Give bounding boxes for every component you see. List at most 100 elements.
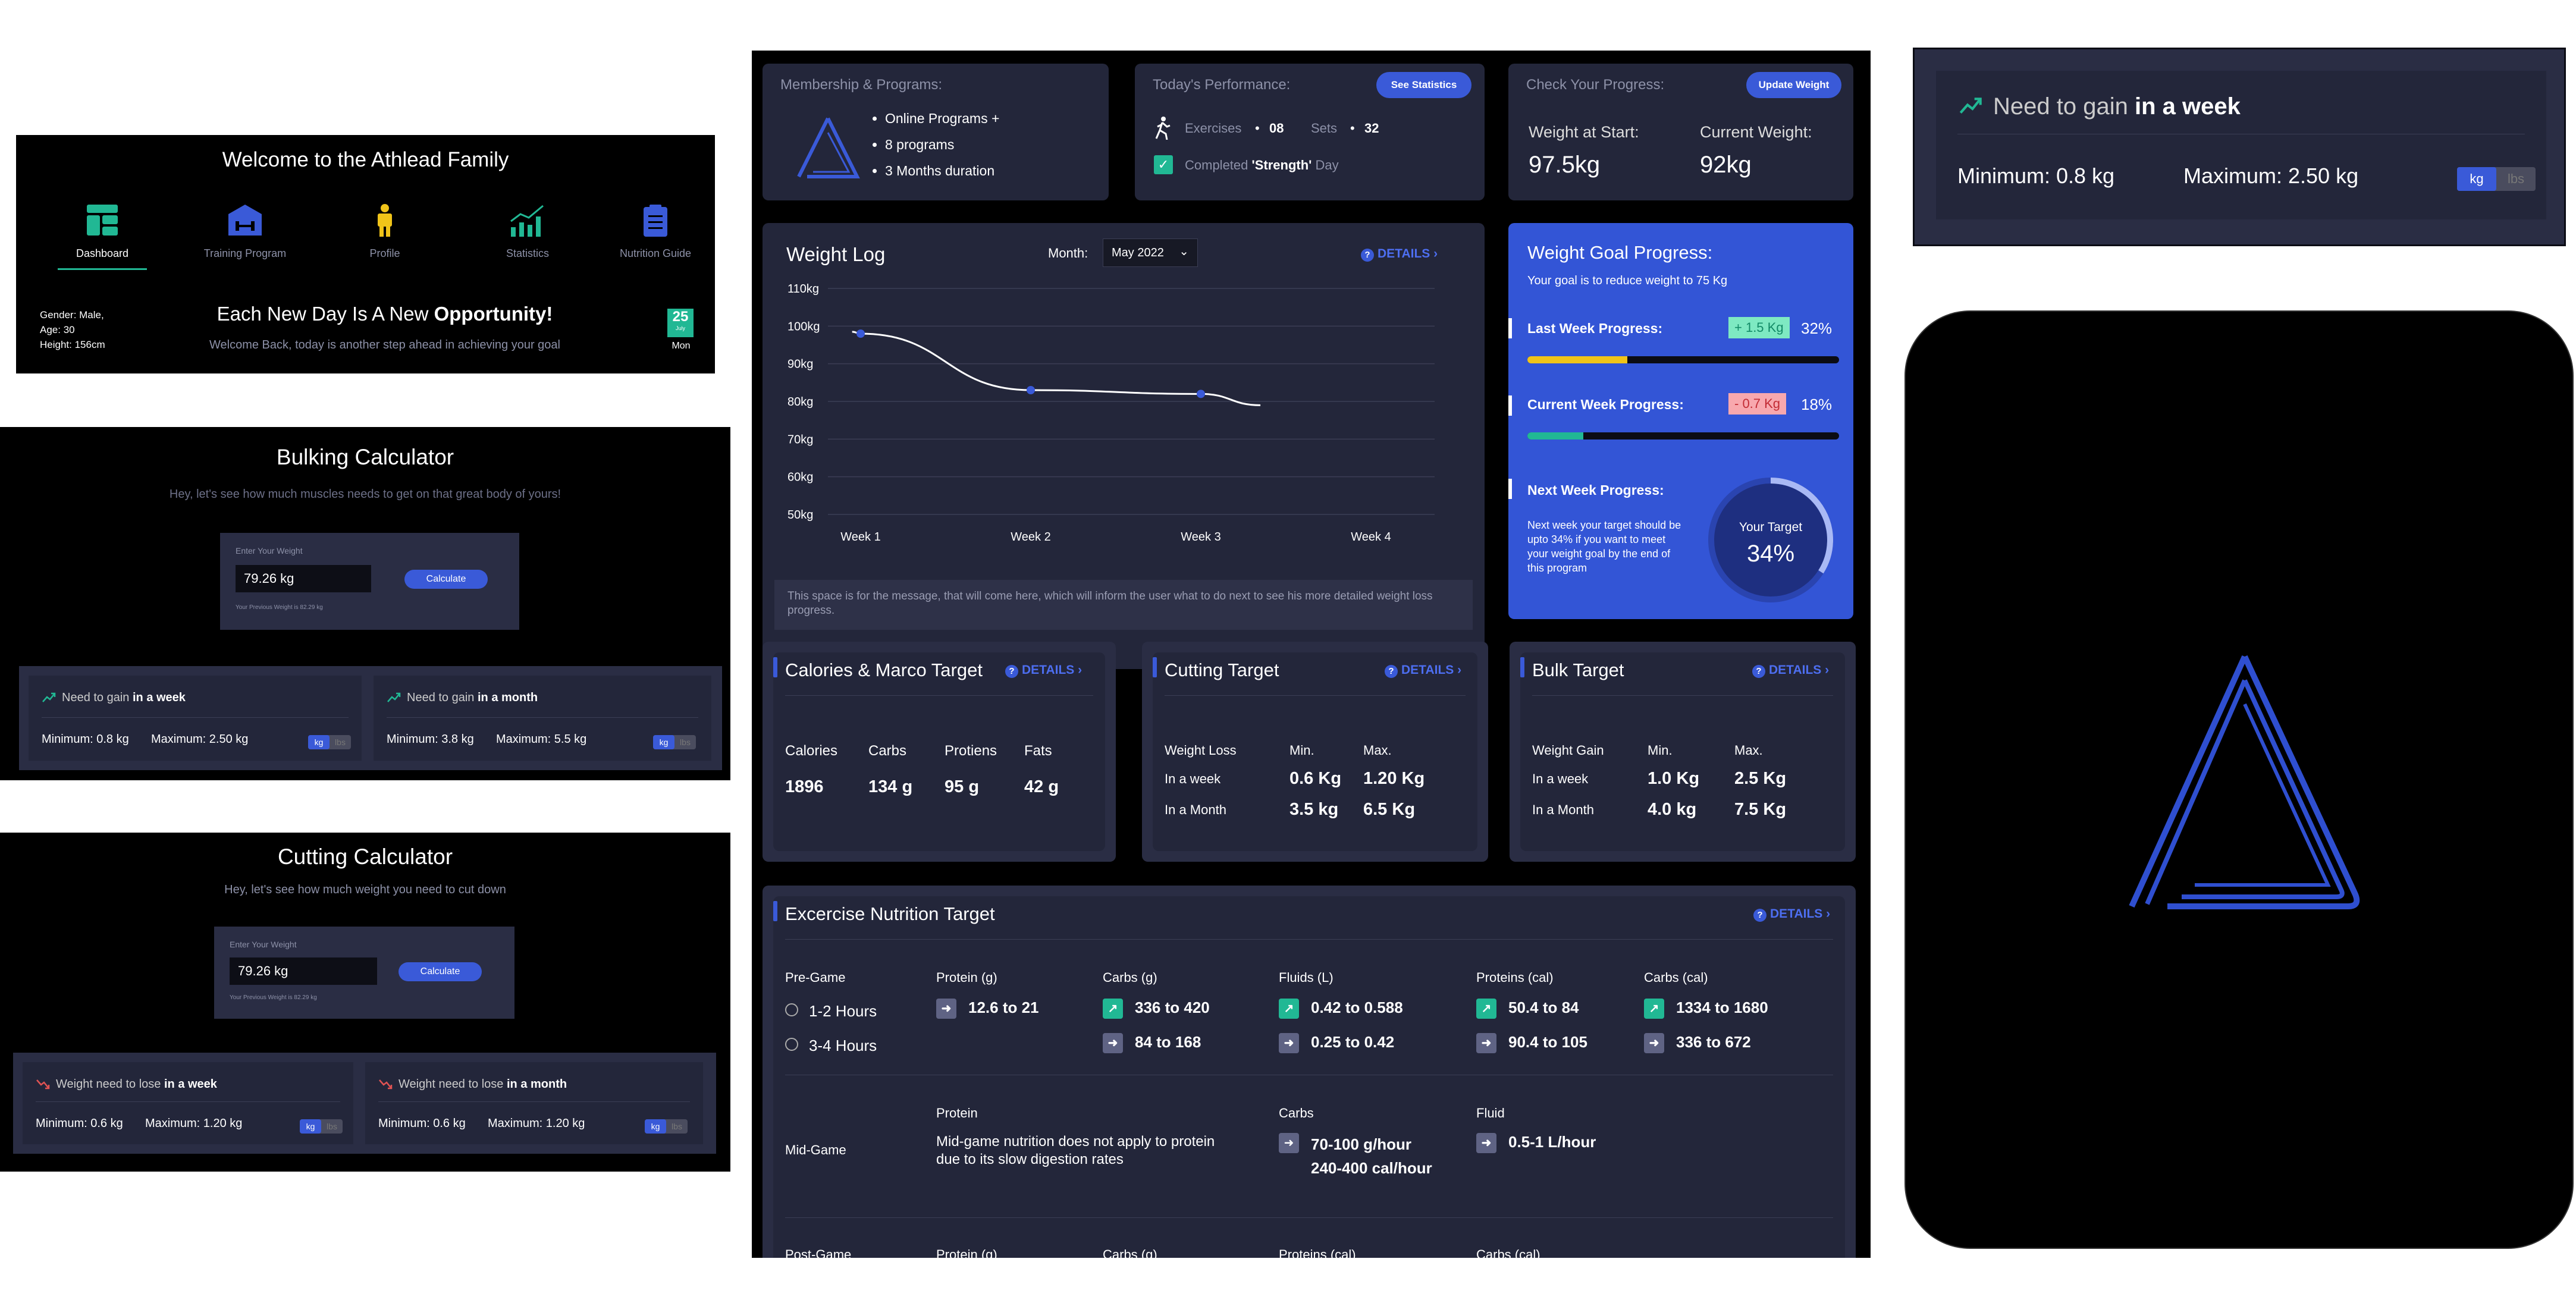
lbs-option[interactable]: lbs <box>330 735 351 749</box>
data-point[interactable] <box>856 329 865 338</box>
calculate-button[interactable]: Calculate <box>404 570 488 589</box>
kg-option[interactable]: kg <box>300 1119 321 1134</box>
unit-toggle[interactable]: kg lbs <box>645 1119 688 1134</box>
start-weight-label: Weight at Start: <box>1529 123 1639 141</box>
card-title-bold: in a week <box>2134 93 2241 120</box>
bulk-target-title: Bulk Target <box>1532 660 1624 680</box>
nav-training-program[interactable]: Training Program <box>186 203 305 260</box>
month-select[interactable]: May 2022 ⌄ <box>1103 238 1198 267</box>
kg-option[interactable]: kg <box>2457 167 2496 191</box>
nutrition-cell: ↗ 1334 to 1680 <box>1644 999 1768 1019</box>
data-point[interactable] <box>1197 390 1205 398</box>
pre-fluids-header: Fluids (L) <box>1279 970 1334 985</box>
nav-profile[interactable]: Profile <box>340 203 429 260</box>
minimum-text: Minimum: 0.6 kg <box>36 1117 123 1130</box>
cutting-subtitle: Hey, let's see how much weight you need … <box>224 883 506 896</box>
dumbbell-icon <box>228 205 262 236</box>
post-carbs-header: Carbs (g) <box>1103 1247 1157 1258</box>
maximum-text: Maximum: 1.20 kg <box>145 1117 243 1130</box>
see-statistics-button[interactable]: See Statistics <box>1376 72 1471 98</box>
result-card: Weight need to lose in a month Minimum: … <box>365 1062 703 1144</box>
row-label: In a Month <box>1165 802 1226 817</box>
fats-header: Fats <box>1024 743 1052 759</box>
kg-option[interactable]: kg <box>653 735 674 749</box>
post-game-label: Post-Game <box>785 1247 852 1258</box>
cell-value: 50.4 to 84 <box>1508 999 1579 1016</box>
weight-log-card: Weight Log Month: May 2022 ⌄ ? DETAILS › … <box>763 223 1485 669</box>
chevron-down-icon: ⌄ <box>1179 245 1189 258</box>
minimum-text: Minimum: 0.8 kg <box>42 733 129 746</box>
nav-nutrition-guide[interactable]: Nutrition Guide <box>605 203 706 260</box>
headline: Each New Day Is A New Opportunity! <box>135 303 635 325</box>
cell-value: 336 to 420 <box>1135 999 1210 1016</box>
nav-dashboard[interactable]: Dashboard <box>58 203 147 270</box>
unit-toggle[interactable]: kg lbs <box>308 735 351 749</box>
details-link[interactable]: ? DETAILS › <box>1005 663 1082 678</box>
unit-toggle[interactable]: kg lbs <box>653 735 696 749</box>
pre-proteins-cal-header: Proteins (cal) <box>1476 970 1554 985</box>
nutrition-cell: ➜ 0.25 to 0.42 <box>1279 1033 1394 1054</box>
bulking-title: Bulking Calculator <box>276 445 454 469</box>
sets-label: Sets <box>1311 121 1338 136</box>
unit-toggle[interactable]: kg lbs <box>300 1119 343 1134</box>
athlead-logo-icon <box>2129 655 2360 909</box>
weight-input[interactable]: 79.26 kg <box>230 957 377 985</box>
details-link[interactable]: ? DETAILS › <box>1385 663 1461 678</box>
arrow-right-icon: ➜ <box>1279 1133 1299 1153</box>
kg-option[interactable]: kg <box>308 735 330 749</box>
min-value: 0.6 Kg <box>1289 769 1342 788</box>
row-label: In a Month <box>1532 802 1594 817</box>
athlead-logo-icon <box>797 117 860 178</box>
minimum-text: Minimum: 0.6 kg <box>378 1117 466 1130</box>
checkbox-checked-icon[interactable]: ✓ <box>1154 155 1173 174</box>
help-icon: ? <box>1005 665 1018 678</box>
zoom-card: Need to gain in a week Minimum: 0.8 kg M… <box>1936 71 2546 219</box>
max-value: 6.5 Kg <box>1363 800 1416 819</box>
details-link[interactable]: ? DETAILS › <box>1753 907 1830 922</box>
maximum-text: Maximum: 5.5 kg <box>496 733 587 746</box>
details-link[interactable]: ? DETAILS › <box>1752 663 1829 678</box>
lbs-option[interactable]: lbs <box>674 735 696 749</box>
calculate-button[interactable]: Calculate <box>399 962 482 981</box>
kg-option[interactable]: kg <box>645 1119 666 1134</box>
lbs-option[interactable]: lbs <box>666 1119 688 1134</box>
current-week-badge: - 0.7 Kg <box>1728 393 1787 415</box>
lbs-option[interactable]: lbs <box>321 1119 343 1134</box>
weight-input[interactable]: 79.26 kg <box>236 565 371 592</box>
update-weight-button[interactable]: Update Weight <box>1746 72 1841 98</box>
details-text: DETAILS <box>1378 247 1430 260</box>
details-text: DETAILS <box>1769 663 1822 677</box>
y-tick-label: 90kg <box>787 358 813 371</box>
cutting-calculator-panel: Cutting Calculator Hey, let's see how mu… <box>0 833 730 1172</box>
message-box: This space is for the message, that will… <box>774 580 1473 630</box>
zoom-card-title: Need to gain in a week <box>1993 93 2241 120</box>
current-weight-value: 92kg <box>1700 152 1752 178</box>
accent-bar <box>1508 318 1512 338</box>
unit-toggle[interactable]: kg lbs <box>2457 167 2536 191</box>
nav-statistics[interactable]: Statistics <box>483 203 572 260</box>
date-badge: 25 July <box>667 309 694 337</box>
nav-label: Statistics <box>506 247 550 259</box>
chevron-right-icon: › <box>1822 907 1831 921</box>
help-icon: ? <box>1385 665 1398 678</box>
bullet: • <box>1255 121 1260 136</box>
cell-value: 0.5-1 L/hour <box>1508 1133 1596 1151</box>
cutting-target-card: Cutting Target ? DETAILS › Weight Loss Mi… <box>1153 652 1477 851</box>
start-weight-value: 97.5kg <box>1529 152 1601 178</box>
trend-up-icon <box>387 692 401 702</box>
details-link[interactable]: ? DETAILS › <box>1361 247 1438 262</box>
nutrition-cell: ➜ 12.6 to 21 <box>936 999 1039 1019</box>
weight-log-chart: 110kg 100kg 90kg 80kg 70kg 60kg 50kg Week 1 Week… <box>787 282 1435 544</box>
cutting-target-title-wrap: Cutting Target <box>1153 652 1331 682</box>
clipboard-icon <box>644 205 667 237</box>
running-icon <box>1155 117 1171 140</box>
divider <box>785 695 1093 696</box>
weight-form: Enter Your Weight 79.26 kg Calculate You… <box>214 927 514 1019</box>
arrow-right-icon: ➜ <box>1644 1033 1664 1054</box>
previous-weight: Your Previous Weight is 82.29 kg <box>236 604 323 611</box>
proteins-value: 95 g <box>945 777 980 796</box>
chevron-right-icon: › <box>1430 247 1438 260</box>
lbs-option[interactable]: lbs <box>2496 167 2536 191</box>
age-text: Age: 30 <box>40 324 75 335</box>
data-point[interactable] <box>1027 386 1035 394</box>
